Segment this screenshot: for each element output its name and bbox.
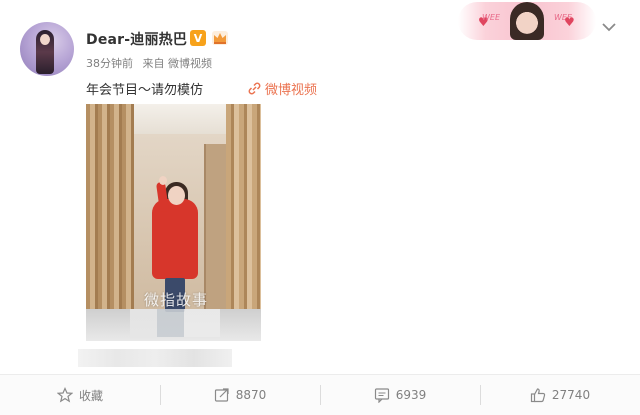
video-watermark: 微指故事 xyxy=(144,291,209,309)
repost-icon xyxy=(214,387,230,403)
video-link[interactable]: 微博视频 xyxy=(248,79,317,98)
post-time[interactable]: 38分钟前 xyxy=(86,57,133,70)
post-text: 年会节目～请勿模仿 xyxy=(86,83,204,98)
repost-count: 8870 xyxy=(235,388,267,402)
link-icon xyxy=(248,82,261,95)
post-menu-button[interactable] xyxy=(600,18,618,36)
banner-portrait xyxy=(510,2,544,40)
repost-button[interactable]: 8870 xyxy=(160,375,320,415)
thumbs-up-icon xyxy=(530,387,546,403)
comment-icon xyxy=(374,387,390,403)
video-curtain-right xyxy=(226,104,261,341)
heart-icon: ♥ xyxy=(564,15,575,29)
member-banner: ♥ WEE WEE ♥ xyxy=(458,2,596,40)
comment-count: 6939 xyxy=(395,388,427,402)
post-meta: 38分钟前 来自 微博视频 xyxy=(86,55,218,71)
crown-icon[interactable] xyxy=(211,30,229,46)
video-mosaic xyxy=(130,309,220,337)
avatar-face xyxy=(40,34,50,45)
action-bar: 收藏 8870 6939 27740 xyxy=(0,374,640,415)
chevron-down-icon xyxy=(602,22,616,31)
favorite-button[interactable]: 收藏 xyxy=(0,375,160,415)
blurred-region xyxy=(78,349,232,367)
like-button[interactable]: 27740 xyxy=(480,375,640,415)
weibo-post-card: ♥ WEE WEE ♥ Dear-迪丽热巴 V 38分钟前 来自 微博视频 年会… xyxy=(0,0,640,415)
video-ceiling xyxy=(126,104,226,134)
verified-badge-icon[interactable]: V xyxy=(190,30,206,46)
banner-word-left: WEE xyxy=(482,13,501,22)
video-curtain-left xyxy=(86,104,134,341)
favorite-label: 收藏 xyxy=(78,388,103,403)
like-count: 27740 xyxy=(551,388,591,402)
person-head xyxy=(168,186,185,205)
star-icon xyxy=(56,387,73,403)
username[interactable]: Dear-迪丽热巴 xyxy=(86,29,187,49)
avatar[interactable] xyxy=(20,22,74,76)
video-thumbnail[interactable]: 微指故事 xyxy=(86,104,261,341)
person-hand xyxy=(159,176,167,185)
comment-button[interactable]: 6939 xyxy=(320,375,480,415)
post-source: 来自 微博视频 xyxy=(142,57,213,70)
person-body xyxy=(152,199,198,279)
video-link-label: 微博视频 xyxy=(265,83,318,98)
